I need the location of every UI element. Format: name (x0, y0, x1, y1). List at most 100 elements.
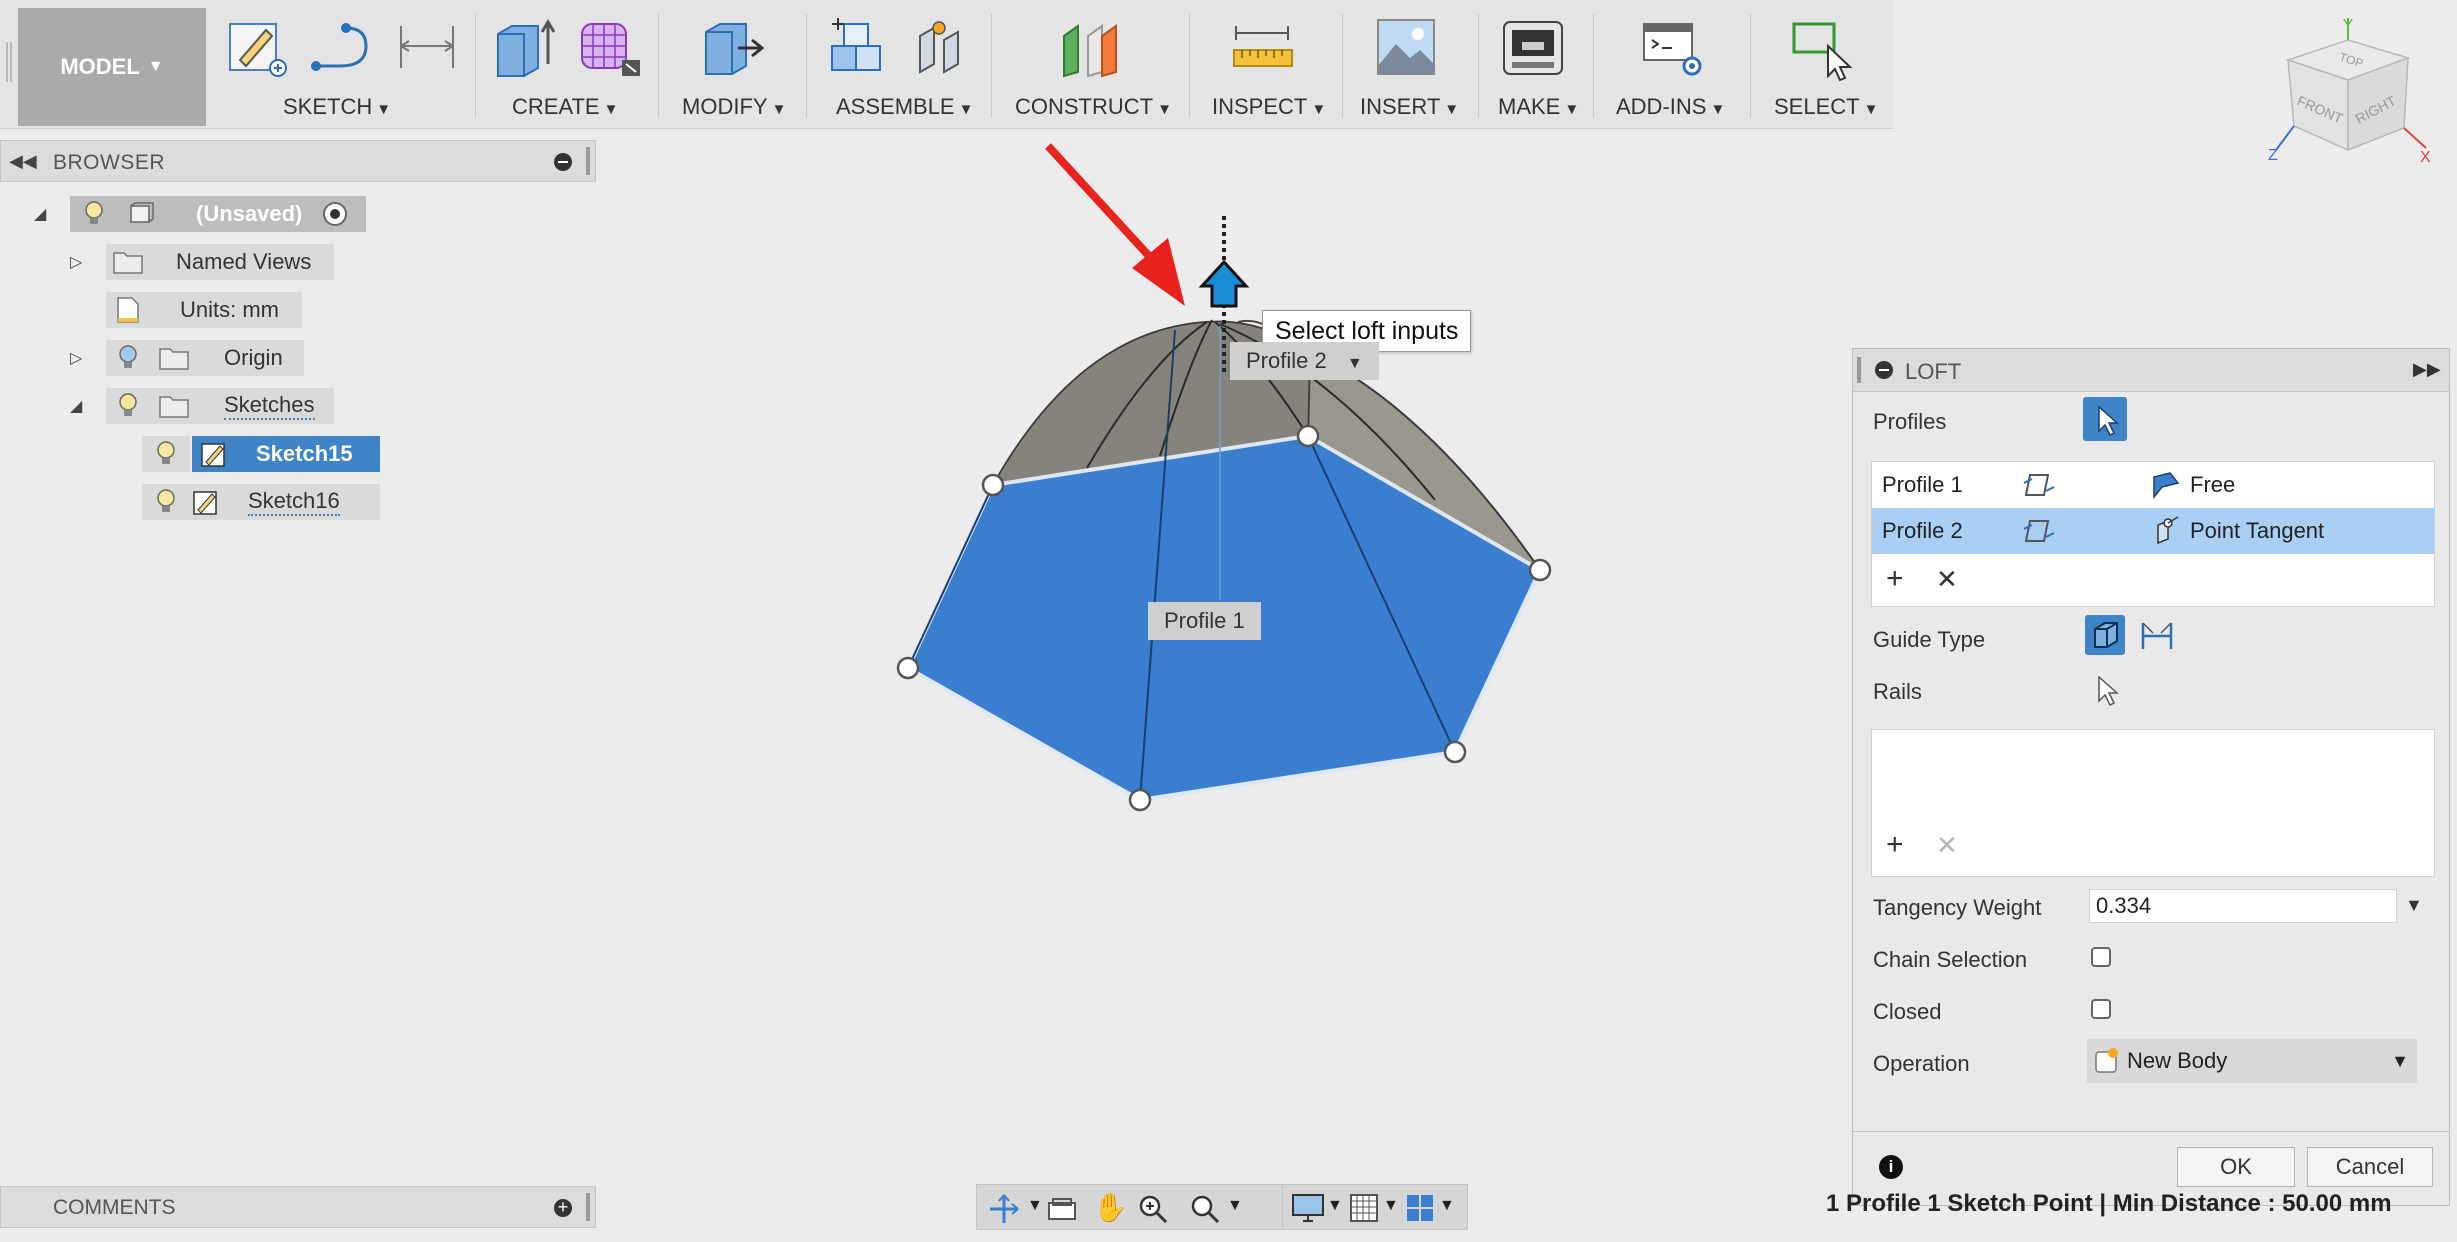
browser-panel-header[interactable]: ◀◀ BROWSER (0, 140, 596, 182)
chevron-down-icon: ▼ (1863, 101, 1879, 118)
press-pull-icon[interactable] (700, 16, 766, 83)
tree-node-origin[interactable]: Origin (106, 340, 304, 376)
toolbar-divider (806, 14, 807, 118)
workspace-switcher[interactable]: MODEL ▼ (18, 8, 206, 126)
zoom-icon[interactable] (1137, 1193, 1169, 1225)
offset-plane-icon[interactable] (1058, 16, 1124, 83)
dimension-icon[interactable] (395, 16, 459, 83)
tree-node-root[interactable]: (Unsaved) (70, 196, 366, 232)
assemble-menu[interactable]: ASSEMBLE ▼ (836, 94, 973, 120)
tree-node-named-views[interactable]: Named Views (106, 244, 334, 280)
profile-row-condition[interactable]: Free (2190, 472, 2235, 498)
look-at-icon[interactable] (1047, 1195, 1077, 1223)
activate-radio-icon[interactable] (320, 199, 350, 229)
pan-hand-icon[interactable]: ✋ (1093, 1191, 1128, 1224)
addins-menu[interactable]: ADD-INS ▼ (1616, 94, 1725, 120)
point-tangent-condition-icon[interactable] (2150, 515, 2182, 547)
expanded-triangle-icon[interactable]: ◢ (70, 396, 82, 416)
profile-row-name: Profile 1 (1882, 472, 1963, 497)
remove-profile-icon[interactable]: ✕ (1936, 564, 1958, 595)
toolbar-divider (658, 14, 659, 118)
viewports-icon[interactable] (1405, 1193, 1435, 1223)
chevron-down-icon[interactable]: ▼ (1383, 1197, 1399, 1215)
sketch15-visibility[interactable] (142, 436, 190, 472)
make-menu[interactable]: MAKE ▼ (1498, 94, 1579, 120)
chevron-down-icon[interactable]: ▼ (1027, 1197, 1043, 1215)
measure-ruler-icon[interactable] (1230, 16, 1296, 83)
add-rail-icon[interactable]: + (1886, 828, 1904, 862)
minimize-icon[interactable] (1875, 361, 1893, 379)
chevron-down-icon[interactable]: ▼ (2405, 895, 2423, 916)
collapse-panel-icon[interactable]: ◀◀ (9, 151, 37, 172)
select-window-icon[interactable] (1790, 16, 1856, 87)
create-sketch-icon[interactable] (226, 16, 288, 83)
joint-icon[interactable] (912, 16, 972, 83)
construct-menu[interactable]: CONSTRUCT ▼ (1015, 94, 1172, 120)
expand-panel-icon[interactable]: ▶▶ (2413, 359, 2441, 380)
ok-button[interactable]: OK (2177, 1147, 2295, 1187)
loft-dialog-header[interactable]: LOFT ▶▶ (1853, 349, 2449, 392)
insert-menu[interactable]: INSERT ▼ (1360, 94, 1459, 120)
panel-grip[interactable] (586, 147, 590, 175)
add-comment-icon[interactable]: + (554, 1198, 572, 1217)
named-views-label: Named Views (176, 249, 312, 274)
sketch-menu[interactable]: SKETCH ▼ (283, 94, 391, 120)
free-condition-icon[interactable] (2150, 469, 2182, 501)
profile-toggle-icon[interactable] (2022, 515, 2056, 547)
info-icon[interactable]: i (1879, 1155, 1903, 1179)
insert-image-icon[interactable] (1376, 16, 1438, 83)
rails-select-cursor-icon[interactable] (2093, 675, 2123, 709)
guide-type-rails-button[interactable] (2085, 615, 2125, 655)
chevron-down-icon[interactable]: ▼ (1327, 1197, 1343, 1215)
3d-print-icon[interactable] (1502, 16, 1566, 83)
extrude-box-icon[interactable] (494, 16, 558, 83)
viewport-canvas[interactable] (860, 120, 1580, 825)
chain-selection-checkbox[interactable] (2091, 947, 2111, 967)
minimize-icon[interactable] (554, 153, 572, 171)
centerline-guide-icon[interactable] (2139, 619, 2175, 653)
tree-node-units[interactable]: Units: mm (106, 292, 302, 328)
chevron-down-icon: ▼ (1346, 355, 1363, 372)
form-grid-icon[interactable] (578, 16, 644, 83)
cancel-button[interactable]: Cancel (2307, 1147, 2433, 1187)
profile-toggle-icon[interactable] (2022, 469, 2056, 501)
panel-grip[interactable] (1857, 357, 1861, 383)
tree-node-sketch16[interactable]: Sketch16 (142, 484, 380, 520)
view-cube[interactable]: TOP FRONT RIGHT Y Z X (2258, 10, 2438, 185)
add-profile-icon[interactable]: + (1886, 562, 1904, 596)
arc-icon[interactable] (310, 16, 374, 83)
select-menu[interactable]: SELECT ▼ (1774, 94, 1878, 120)
new-component-icon[interactable] (826, 16, 892, 83)
collapsed-triangle-icon[interactable]: ▷ (70, 348, 82, 368)
display-settings-icon[interactable] (1291, 1193, 1325, 1223)
chevron-down-icon[interactable]: ▼ (1439, 1197, 1455, 1215)
panel-grip[interactable] (586, 1193, 590, 1221)
new-body-icon (2095, 1048, 2118, 1073)
profiles-select-button[interactable] (2083, 397, 2127, 441)
scripts-addins-icon[interactable] (1640, 16, 1706, 83)
inspect-menu[interactable]: INSPECT ▼ (1212, 94, 1326, 120)
tree-node-sketch15[interactable]: Sketch15 (192, 436, 380, 472)
profile-row[interactable]: Profile 2 Point Tangent (1872, 508, 2434, 554)
chevron-down-icon: ▼ (1157, 101, 1172, 118)
grid-snaps-icon[interactable] (1349, 1193, 1379, 1223)
profile-row[interactable]: Profile 1 Free (1872, 462, 2434, 508)
tangency-weight-input[interactable]: 0.334 (2089, 889, 2397, 923)
closed-checkbox[interactable] (2091, 999, 2111, 1019)
tree-node-sketches[interactable]: Sketches (106, 388, 334, 424)
chevron-down-icon[interactable]: ▼ (1227, 1197, 1243, 1215)
comments-panel-header[interactable]: COMMENTS + (0, 1186, 596, 1228)
create-menu[interactable]: CREATE ▼ (512, 94, 618, 120)
zoom-window-icon[interactable] (1189, 1193, 1221, 1225)
profile-2-viewport-tag[interactable]: Profile 2 ▼ (1230, 342, 1379, 380)
orbit-icon[interactable] (987, 1193, 1021, 1225)
profile-1-viewport-tag[interactable]: Profile 1 (1148, 602, 1261, 640)
toolbar-grip[interactable] (6, 42, 12, 82)
lightbulb-icon (85, 201, 103, 224)
operation-dropdown[interactable]: New Body ▼ (2087, 1039, 2417, 1083)
profile-row-condition[interactable]: Point Tangent (2190, 518, 2324, 544)
collapsed-triangle-icon[interactable]: ▷ (70, 252, 82, 272)
toolbar-divider (1750, 14, 1751, 118)
expanded-triangle-icon[interactable]: ◢ (34, 204, 46, 224)
modify-menu[interactable]: MODIFY ▼ (682, 94, 786, 120)
